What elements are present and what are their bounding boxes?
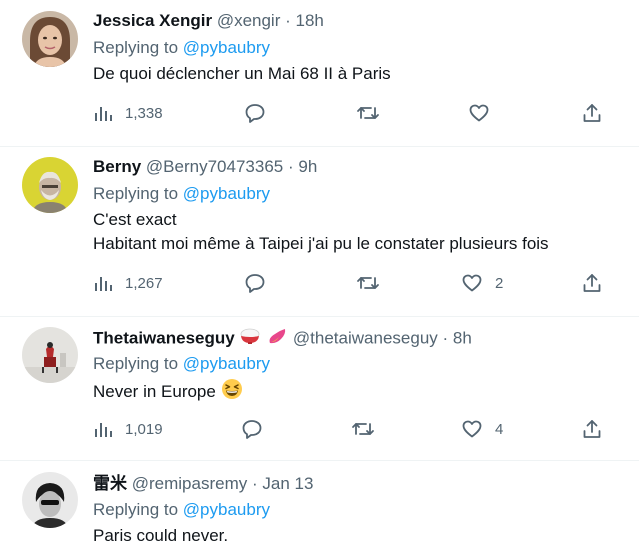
views-button[interactable]: 1,338 (93, 100, 163, 126)
timestamp[interactable]: Jan 13 (262, 474, 313, 493)
reply-tweet[interactable]: Berny @Berny70473365 · 9h Replying to @p… (0, 146, 639, 317)
tweet-actions: 1,338 (93, 100, 613, 126)
reply-button[interactable] (244, 100, 266, 126)
bar-chart-icon (93, 273, 113, 293)
avatar[interactable] (22, 472, 78, 528)
timestamp[interactable]: 18h (296, 11, 324, 30)
like-button[interactable] (468, 100, 490, 126)
likes-count: 2 (495, 274, 504, 292)
avatar[interactable] (22, 327, 78, 383)
heart-icon (461, 272, 483, 294)
tweet-header: Thetaiwaneseguy @thetaiwaneseguy · 8h (93, 326, 472, 352)
tweet-text-line: C'est exact (93, 210, 177, 229)
share-upload-icon (581, 272, 603, 294)
tweet-text: Never in Europe (93, 378, 243, 407)
reply-tweet[interactable]: Jessica Xengir @xengir · 18h Replying to… (0, 0, 639, 147)
retweet-button[interactable] (351, 416, 375, 442)
display-name[interactable]: Thetaiwaneseguy (93, 328, 235, 347)
retweet-arrows-icon (356, 272, 380, 294)
bar-chart-icon (93, 103, 113, 123)
tweet-header: Berny @Berny70473365 · 9h (93, 156, 317, 178)
reply-button[interactable] (241, 416, 263, 442)
tweet-header: 雷米 @remipasremy · Jan 13 (93, 473, 313, 495)
separator-dot: · (442, 328, 449, 348)
share-button[interactable] (581, 270, 603, 296)
reply-tweet[interactable]: 雷米 @remipasremy · Jan 13 Replying to @py… (0, 460, 639, 550)
views-button[interactable]: 1,267 (93, 270, 163, 296)
replying-to: Replying to @pybaubry (93, 183, 270, 205)
views-count: 1,019 (125, 420, 163, 438)
tweet-actions: 1,267 2 (93, 270, 613, 296)
views-button[interactable]: 1,019 (93, 416, 163, 442)
user-handle[interactable]: @thetaiwaneseguy (293, 328, 438, 347)
sweet-potato-emoji (266, 326, 288, 352)
avatar[interactable] (22, 157, 78, 213)
speech-bubble-icon (244, 102, 266, 124)
heart-icon (461, 418, 483, 440)
user-handle[interactable]: @Berny70473365 (146, 157, 283, 176)
reply-button[interactable] (244, 270, 266, 296)
share-button[interactable] (581, 100, 603, 126)
user-handle[interactable]: @xengir (217, 11, 281, 30)
tweet-actions: 1,019 4 (93, 416, 613, 442)
retweet-arrows-icon (356, 102, 380, 124)
replying-to: Replying to @pybaubry (93, 353, 270, 375)
tweet-text: Paris could never. (93, 524, 228, 548)
share-upload-icon (581, 102, 603, 124)
mention-link[interactable]: @pybaubry (183, 354, 270, 373)
views-count: 1,338 (125, 104, 163, 122)
like-button[interactable]: 2 (461, 270, 503, 296)
display-name[interactable]: 雷米 (93, 474, 127, 493)
separator-dot: · (287, 157, 294, 176)
tweet-text-line: Paris could never. (93, 526, 229, 545)
replying-to-label: Replying to (93, 184, 179, 203)
retweet-button[interactable] (356, 270, 380, 296)
likes-count: 4 (495, 420, 504, 438)
replying-to-label: Replying to (93, 354, 179, 373)
tweet-text: C'est exact Habitant moi même à Taipei j… (93, 208, 549, 256)
speech-bubble-icon (241, 418, 263, 440)
tweet-text-line: De quoi déclencher un Mai 68 II à Paris (93, 64, 391, 83)
grinning-squinting-face-emoji (221, 378, 243, 407)
bar-chart-icon (93, 419, 113, 439)
mention-link[interactable]: @pybaubry (183, 38, 270, 57)
timestamp[interactable]: 8h (453, 328, 472, 347)
tweet-text-line: Habitant moi même à Taipei j'ai pu le co… (93, 234, 549, 253)
separator-dot: · (251, 474, 258, 493)
heart-icon (468, 102, 490, 124)
avatar[interactable] (22, 11, 78, 67)
user-handle[interactable]: @remipasremy (132, 474, 248, 493)
share-upload-icon (581, 418, 603, 440)
like-button[interactable]: 4 (461, 416, 503, 442)
speech-bubble-icon (244, 272, 266, 294)
replying-to: Replying to @pybaubry (93, 37, 270, 59)
views-count: 1,267 (125, 274, 163, 292)
replying-to-label: Replying to (93, 38, 179, 57)
timestamp[interactable]: 9h (298, 157, 317, 176)
mention-link[interactable]: @pybaubry (183, 500, 270, 519)
retweet-button[interactable] (356, 100, 380, 126)
replying-to-label: Replying to (93, 500, 179, 519)
display-name[interactable]: Berny (93, 157, 141, 176)
share-button[interactable] (581, 416, 603, 442)
mention-link[interactable]: @pybaubry (183, 184, 270, 203)
rice-bowl-emoji (239, 326, 261, 352)
tweet-text-line: Never in Europe (93, 381, 216, 401)
separator-dot: · (285, 11, 291, 30)
tweet-header: Jessica Xengir @xengir · 18h (93, 10, 324, 32)
display-name[interactable]: Jessica Xengir (93, 11, 212, 30)
retweet-arrows-icon (351, 418, 375, 440)
tweet-text: De quoi déclencher un Mai 68 II à Paris (93, 62, 391, 86)
reply-tweet[interactable]: Thetaiwaneseguy @thetaiwaneseguy · 8h Re… (0, 316, 639, 461)
replying-to: Replying to @pybaubry (93, 499, 270, 521)
